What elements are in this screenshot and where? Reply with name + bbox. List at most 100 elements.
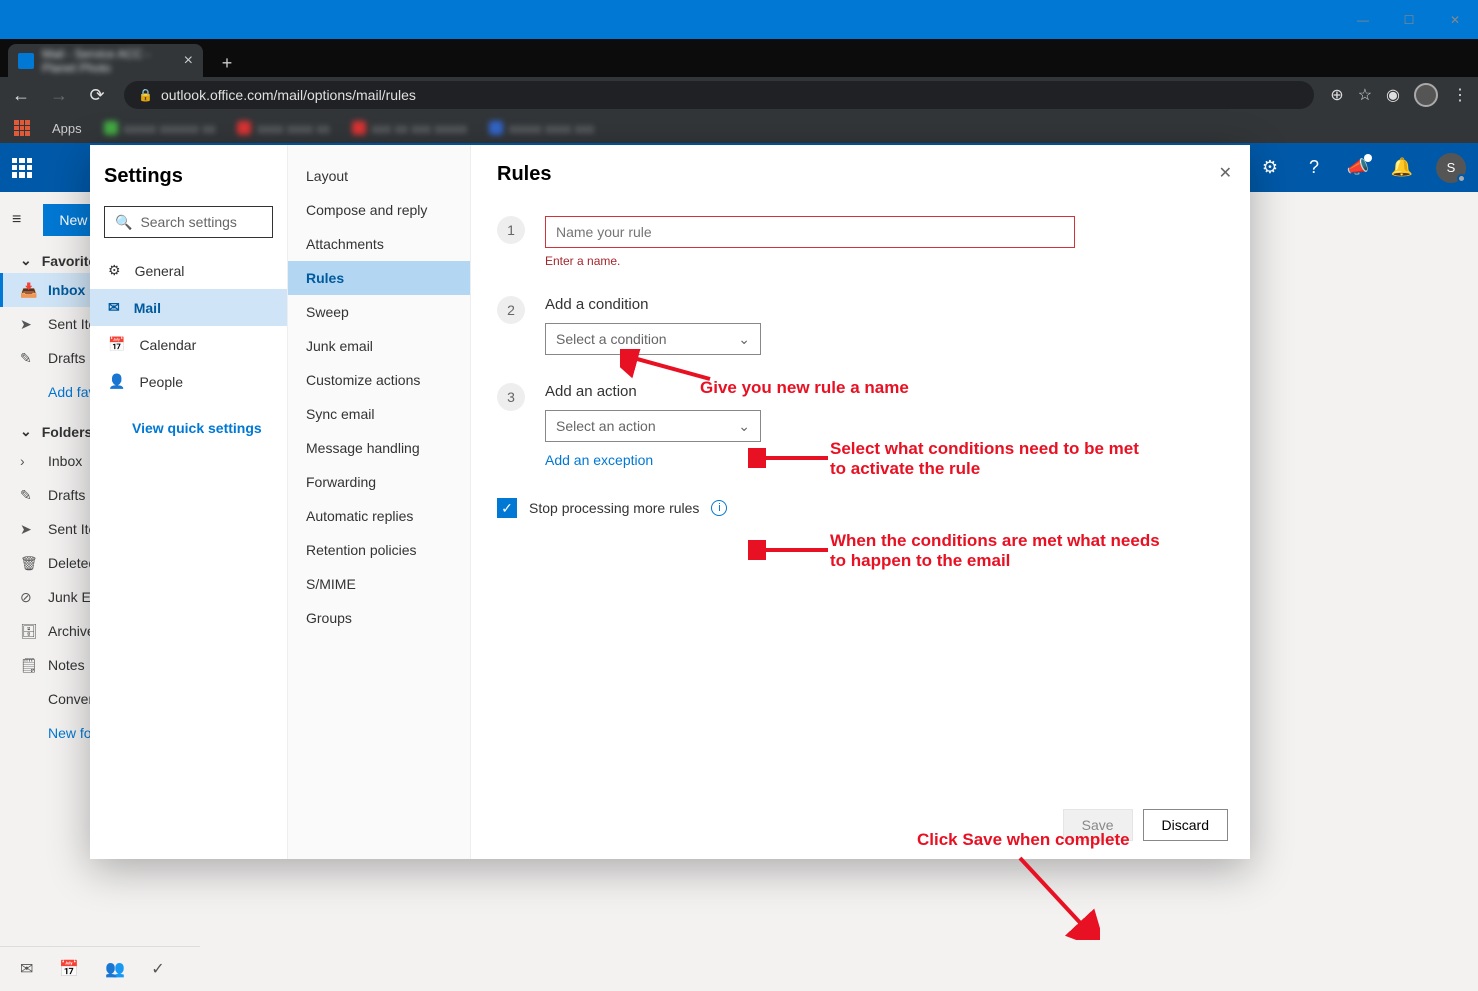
module-switcher: ✉ 📅 👥 ✓ — [0, 946, 200, 991]
settings-subcategories: Layout Compose and reply Attachments Rul… — [288, 145, 471, 859]
tab-title: Mail - Service ACC - Planet Photo — [42, 47, 184, 75]
sub-junk[interactable]: Junk email — [288, 329, 470, 363]
profile-avatar[interactable] — [1414, 83, 1438, 107]
apps-label[interactable]: Apps — [52, 121, 82, 136]
url-input[interactable]: 🔒 outlook.office.com/mail/options/mail/r… — [124, 81, 1314, 109]
outlook-favicon — [18, 53, 34, 69]
drafts-icon: ✎ — [20, 350, 32, 367]
reload-button[interactable]: ⟳ — [86, 85, 108, 106]
people-icon: 👤 — [108, 373, 125, 390]
settings-title: Settings — [104, 165, 273, 188]
step-2-number: 2 — [497, 296, 525, 324]
add-exception-link[interactable]: Add an exception — [545, 452, 653, 468]
step-3-label: Add an action — [545, 383, 1224, 400]
category-mail[interactable]: ✉Mail — [90, 289, 287, 326]
settings-modal: Settings 🔍 Search settings ⚙General ✉Mai… — [90, 145, 1250, 859]
rules-panel: ✕ Rules 1 Enter a name. 2 Add a conditio… — [471, 145, 1250, 859]
settings-search-input[interactable]: 🔍 Search settings — [104, 206, 273, 238]
extension-icon[interactable]: ◉ — [1386, 85, 1400, 105]
install-app-icon[interactable]: ⊕ — [1330, 85, 1343, 105]
bookmark-item[interactable]: xxxxx xxxxxx xx — [104, 121, 216, 136]
sub-sync[interactable]: Sync email — [288, 397, 470, 431]
category-people[interactable]: 👤People — [104, 363, 273, 400]
sub-customize[interactable]: Customize actions — [288, 363, 470, 397]
rule-name-input[interactable] — [545, 216, 1075, 248]
announcements-icon[interactable]: 📣 — [1348, 158, 1368, 178]
stop-processing-row: ✓ Stop processing more rules i — [497, 498, 1224, 518]
mail-module-icon[interactable]: ✉ — [20, 959, 33, 979]
sub-autoreply[interactable]: Automatic replies — [288, 499, 470, 533]
drafts-icon: ✎ — [20, 487, 32, 504]
bookmark-item[interactable]: xxx xx xxx xxxxx — [352, 121, 467, 136]
junk-icon: ⊘ — [20, 589, 32, 606]
hamburger-icon[interactable]: ≡ — [0, 197, 33, 243]
step-1: 1 Enter a name. — [497, 216, 1224, 268]
apps-icon[interactable] — [14, 120, 30, 136]
chevron-down-icon: ⌄ — [738, 418, 750, 435]
step-1-number: 1 — [497, 216, 525, 244]
back-button[interactable]: ← — [10, 85, 32, 106]
sent-icon: ➤ — [20, 521, 32, 538]
step-2-label: Add a condition — [545, 296, 1224, 313]
save-button[interactable]: Save — [1063, 809, 1133, 841]
app-launcher-icon[interactable] — [12, 158, 32, 178]
trash-icon: 🗑 — [20, 555, 38, 572]
step-2: 2 Add a condition Select a condition ⌄ — [497, 296, 1224, 355]
window-close[interactable]: ✕ — [1432, 5, 1478, 35]
browser-tab[interactable]: Mail - Service ACC - Planet Photo × — [8, 44, 203, 77]
sub-sweep[interactable]: Sweep — [288, 295, 470, 329]
sub-message-handling[interactable]: Message handling — [288, 431, 470, 465]
lock-icon: 🔒 — [138, 88, 153, 102]
condition-placeholder: Select a condition — [556, 331, 667, 347]
sub-layout[interactable]: Layout — [288, 159, 470, 193]
people-module-icon[interactable]: 👥 — [105, 959, 125, 979]
settings-search-placeholder: Search settings — [140, 214, 237, 230]
search-icon: 🔍 — [115, 214, 132, 231]
view-quick-settings-link[interactable]: View quick settings — [104, 400, 273, 440]
action-placeholder: Select an action — [556, 418, 656, 434]
modal-footer: Save Discard — [1063, 809, 1228, 841]
calendar-icon: 📅 — [108, 336, 125, 353]
forward-button[interactable]: → — [48, 85, 70, 106]
condition-dropdown[interactable]: Select a condition ⌄ — [545, 323, 761, 355]
gear-icon: ⚙ — [108, 262, 121, 279]
archive-icon: 🗄 — [20, 623, 38, 640]
info-icon[interactable]: i — [711, 500, 727, 516]
mail-icon: ✉ — [108, 299, 120, 316]
sub-attachments[interactable]: Attachments — [288, 227, 470, 261]
inbox-icon: 📥 — [20, 282, 37, 299]
settings-categories: Settings 🔍 Search settings ⚙General ✉Mai… — [90, 145, 288, 859]
sub-forwarding[interactable]: Forwarding — [288, 465, 470, 499]
bookmark-item[interactable]: xxxx xxxx xx — [237, 121, 329, 136]
discard-button[interactable]: Discard — [1143, 809, 1228, 841]
bookmark-star-icon[interactable]: ☆ — [1358, 85, 1372, 105]
browser-tab-strip: Mail - Service ACC - Planet Photo × + — [0, 39, 1478, 77]
tasks-module-icon[interactable]: ✓ — [151, 959, 164, 979]
window-titlebar: — ☐ ✕ — [0, 0, 1478, 39]
notes-icon: 🗒 — [20, 657, 38, 674]
category-general[interactable]: ⚙General — [104, 252, 273, 289]
step-3: 3 Add an action Select an action ⌄ Add a… — [497, 383, 1224, 470]
new-tab-button[interactable]: + — [213, 49, 241, 77]
notifications-bell-icon[interactable]: 🔔 — [1392, 158, 1412, 178]
sub-smime[interactable]: S/MIME — [288, 567, 470, 601]
window-minimize[interactable]: — — [1340, 5, 1386, 35]
category-calendar[interactable]: 📅Calendar — [104, 326, 273, 363]
account-avatar[interactable]: S — [1436, 153, 1466, 183]
rules-title: Rules — [497, 163, 1224, 186]
close-modal-button[interactable]: ✕ — [1219, 163, 1232, 183]
tab-close-icon[interactable]: × — [184, 52, 193, 70]
sub-groups[interactable]: Groups — [288, 601, 470, 635]
sub-retention[interactable]: Retention policies — [288, 533, 470, 567]
sub-compose[interactable]: Compose and reply — [288, 193, 470, 227]
sub-rules[interactable]: Rules — [288, 261, 470, 295]
calendar-module-icon[interactable]: 📅 — [59, 959, 79, 979]
help-icon[interactable]: ? — [1304, 158, 1324, 178]
window-maximize[interactable]: ☐ — [1386, 5, 1432, 35]
action-dropdown[interactable]: Select an action ⌄ — [545, 410, 761, 442]
browser-menu-icon[interactable]: ⋮ — [1452, 85, 1468, 105]
bookmark-item[interactable]: xxxxx xxxx xxx — [489, 121, 594, 136]
rule-name-error: Enter a name. — [545, 254, 1224, 268]
stop-processing-checkbox[interactable]: ✓ — [497, 498, 517, 518]
settings-gear-icon[interactable]: ⚙ — [1260, 158, 1280, 178]
